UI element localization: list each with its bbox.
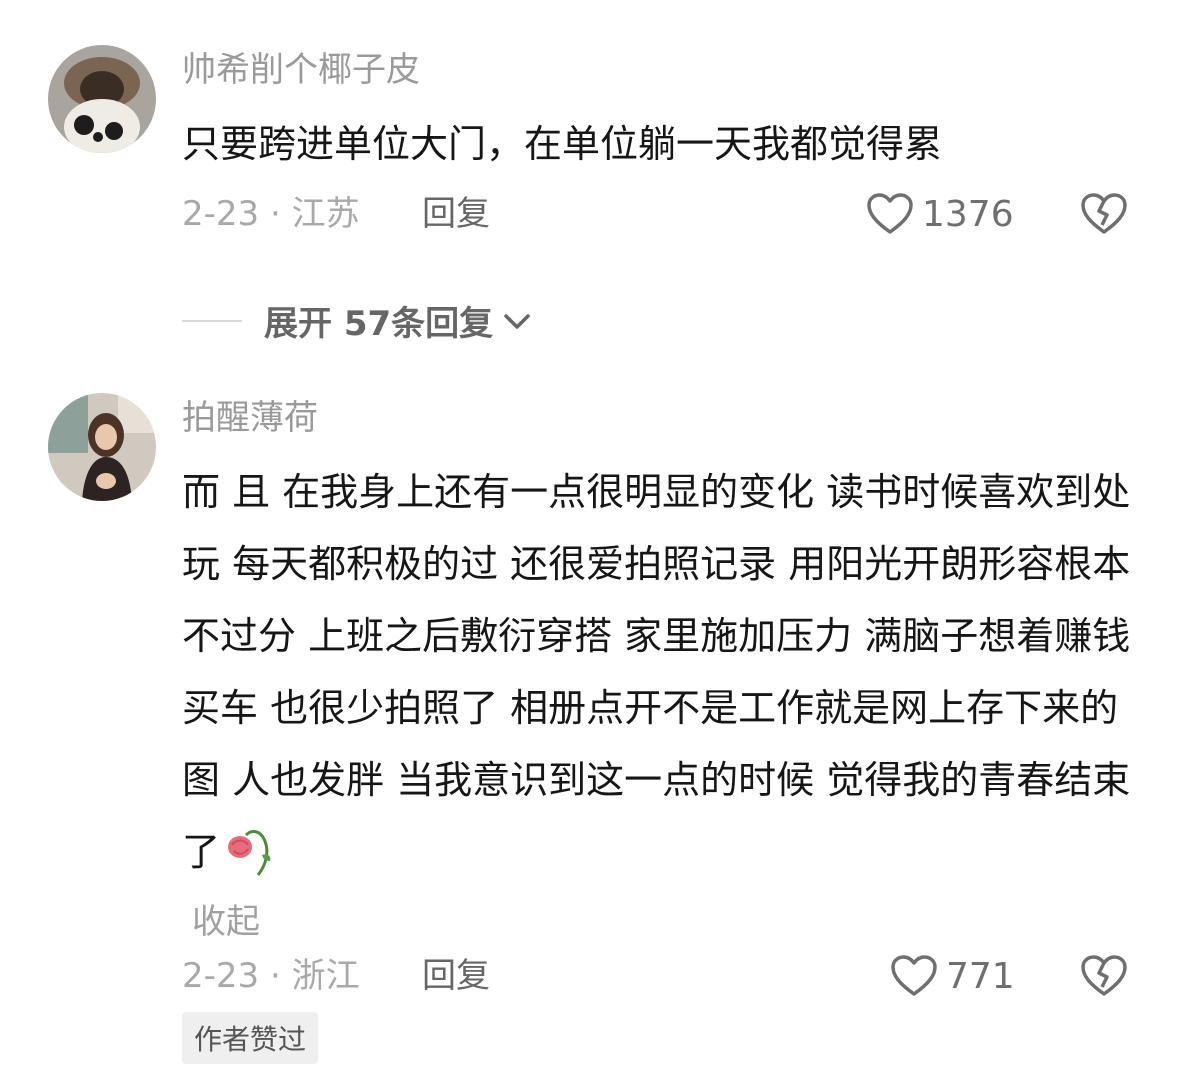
heart-icon [891, 955, 937, 996]
author-liked-badge: 作者赞过 [182, 1012, 319, 1064]
reply-button[interactable]: 回复 [422, 194, 490, 234]
broken-heart-icon [1081, 955, 1127, 996]
expand-replies-button[interactable]: 展开 57条回复 [182, 296, 533, 345]
collapse-button[interactable]: 收起 [192, 894, 260, 943]
broken-heart-icon [1081, 193, 1127, 234]
divider [182, 319, 242, 322]
comment-date-location: 2-23 · 浙江 [182, 956, 360, 996]
comment-username[interactable]: 拍醒薄荷 [182, 398, 318, 438]
avatar[interactable] [48, 45, 156, 153]
comment-text-body: 而 且 在我身上还有一点很明显的变化 读书时候喜欢到处玩 每天都积极的过 还很爱… [182, 470, 1131, 874]
like-button[interactable]: 1376 [866, 192, 1014, 236]
like-count: 1376 [922, 193, 1014, 235]
comment-date-location: 2-23 · 江苏 [182, 194, 360, 234]
like-count: 771 [946, 955, 1015, 997]
heart-icon [867, 193, 913, 234]
comment-username[interactable]: 帅希削个椰子皮 [182, 50, 420, 90]
avatar[interactable] [48, 393, 156, 501]
chevron-down-icon [504, 313, 530, 329]
like-button[interactable]: 771 [890, 954, 1015, 998]
wilted-rose-icon [228, 830, 271, 876]
reply-button[interactable]: 回复 [422, 956, 490, 996]
comment-text: 只要跨进单位大门，在单位躺一天我都觉得累 [182, 122, 943, 166]
expand-replies-label: 展开 57条回复 [264, 304, 494, 344]
dislike-button[interactable] [1080, 954, 1128, 1002]
dislike-button[interactable] [1080, 192, 1128, 240]
comment-text: 而 且 在我身上还有一点很明显的变化 读书时候喜欢到处玩 每天都积极的过 还很爱… [182, 456, 1132, 888]
